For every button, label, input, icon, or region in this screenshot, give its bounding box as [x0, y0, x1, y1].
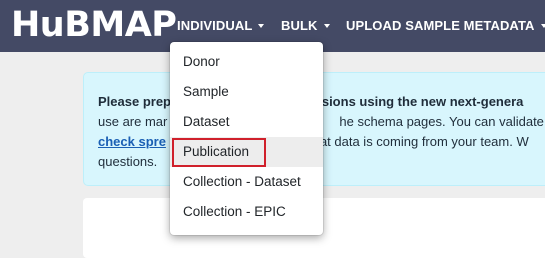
alert-line-1-left: Please prep	[98, 94, 171, 109]
menu-item-collection-dataset[interactable]: Collection - Dataset	[170, 167, 323, 197]
alert-line-3-right: at data is coming from your team. W	[319, 134, 529, 149]
nav-upload-sample-metadata[interactable]: UPLOAD SAMPLE METADATA	[346, 17, 545, 35]
caret-down-icon	[258, 23, 265, 28]
menu-item-sample[interactable]: Sample	[170, 77, 323, 107]
alert-line-4: questions.	[98, 154, 158, 169]
caret-down-icon	[323, 23, 330, 28]
alert-line-2-right: he schema pages. You can validate	[339, 114, 544, 129]
nav-individual[interactable]: INDIVIDUAL	[177, 17, 265, 35]
alert-line-1-right: issions using the new next-genera	[311, 94, 524, 109]
menu-item-donor[interactable]: Donor	[170, 47, 323, 77]
check-spreadsheet-link[interactable]: check spre	[98, 134, 166, 149]
nav-upload-sample-metadata-label: UPLOAD SAMPLE METADATA	[346, 18, 535, 33]
nav-bulk-label: BULK	[281, 18, 318, 33]
menu-item-dataset[interactable]: Dataset	[170, 107, 323, 137]
nav-bulk[interactable]: BULK	[281, 17, 330, 35]
alert-line-2-left: use are mar	[98, 114, 168, 129]
individual-dropdown-menu: Donor Sample Dataset Publication Collect…	[170, 42, 323, 235]
nav-individual-label: INDIVIDUAL	[177, 18, 253, 33]
caret-down-icon	[540, 23, 545, 28]
menu-item-publication[interactable]: Publication	[170, 137, 323, 167]
hubmap-logo[interactable]: HuBMAP	[11, 3, 177, 47]
menu-item-collection-epic[interactable]: Collection - EPIC	[170, 197, 323, 227]
